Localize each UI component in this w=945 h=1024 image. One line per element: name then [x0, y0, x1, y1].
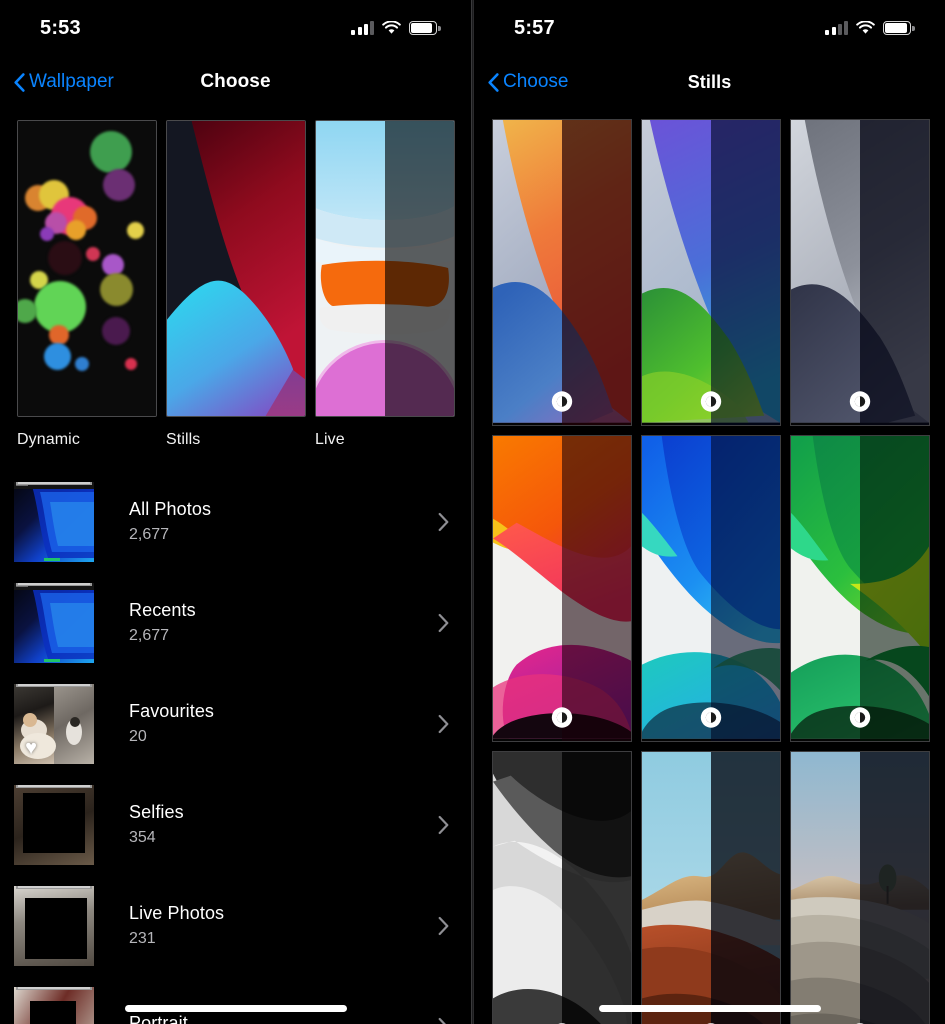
album-title: Selfies: [129, 802, 184, 822]
wallpaper-grid: [474, 108, 945, 1024]
status-indicators: [351, 20, 441, 35]
album-count: 2,677: [129, 526, 170, 543]
back-button-wallpaper[interactable]: Wallpaper: [14, 71, 114, 93]
album-text: Portrait: [129, 1013, 188, 1024]
album-title: Portrait: [129, 1013, 188, 1024]
appearance-toggle-icon[interactable]: [700, 706, 723, 729]
nav-bar-left: Wallpaper Choose: [0, 56, 471, 108]
album-row-all-photos[interactable]: All Photos 2,677: [0, 471, 471, 572]
wallpaper-grey-silver-swirl[interactable]: [790, 119, 930, 426]
status-bar-left: 5:53: [0, 0, 471, 56]
album-count: 231: [129, 930, 156, 947]
chevron-right-icon: [438, 916, 449, 935]
album-list: All Photos 2,677 Recents 2,677 ♥ Favouri…: [0, 471, 471, 1024]
left-phone-screen: 5:53 Wallpaper Choose Dynamic Stills Liv…: [0, 0, 471, 1024]
album-thumbnail: [14, 784, 94, 865]
appearance-toggle-icon[interactable]: [551, 706, 574, 729]
dual-screenshot: 5:53 Wallpaper Choose Dynamic Stills Liv…: [0, 0, 945, 1024]
wallpaper-category-row: Dynamic Stills Live: [0, 108, 471, 449]
heart-icon: ♥: [25, 736, 37, 759]
category-dynamic-label: Dynamic: [17, 431, 80, 448]
album-row-portrait[interactable]: Portrait: [0, 976, 471, 1024]
appearance-toggle-icon[interactable]: [849, 390, 872, 413]
album-text: Recents 2,677: [129, 600, 196, 645]
appearance-toggle-icon[interactable]: [551, 390, 574, 413]
category-stills-label: Stills: [166, 431, 201, 448]
wallpaper-green-lime-fluid[interactable]: [790, 435, 930, 742]
wallpaper-orange-crimson-swirl[interactable]: [492, 119, 632, 426]
category-dynamic[interactable]: Dynamic: [17, 120, 157, 449]
back-button-label: Wallpaper: [29, 71, 114, 92]
chevron-right-icon: [438, 815, 449, 834]
wallpaper-orange-red-fluid[interactable]: [492, 435, 632, 742]
album-text: Selfies 354: [129, 802, 184, 847]
album-row-live-photos[interactable]: Live Photos 231: [0, 875, 471, 976]
chevron-right-icon: [438, 613, 449, 632]
wifi-icon: [382, 20, 401, 35]
album-title: Recents: [129, 600, 196, 620]
album-thumbnail: [14, 481, 94, 562]
cellular-signal-icon: [351, 21, 374, 35]
chevron-right-icon: [438, 512, 449, 531]
category-stills[interactable]: Stills: [166, 120, 306, 449]
chevron-left-icon: [14, 72, 25, 92]
album-count: 20: [129, 728, 147, 745]
appearance-toggle-icon[interactable]: [849, 706, 872, 729]
wifi-icon: [856, 20, 875, 35]
album-text: All Photos 2,677: [129, 499, 211, 544]
album-row-favourites[interactable]: ♥ Favourites 20: [0, 673, 471, 774]
album-text: Live Photos 231: [129, 903, 224, 948]
album-thumbnail: [14, 885, 94, 966]
album-title: Favourites: [129, 701, 215, 721]
back-button-label: Choose: [503, 71, 569, 92]
album-thumbnail: [14, 582, 94, 663]
category-stills-thumbnail: [166, 120, 306, 417]
album-row-recents[interactable]: Recents 2,677: [0, 572, 471, 673]
album-thumbnail: [14, 986, 94, 1024]
nav-bar-right: Choose Stills: [474, 56, 945, 108]
category-live-thumbnail: [315, 120, 455, 417]
wallpaper-white-pocket-canyon[interactable]: [641, 751, 781, 1024]
chevron-left-icon: [488, 72, 499, 92]
right-phone-screen: 5:57 Choose Stills: [474, 0, 945, 1024]
album-row-selfies[interactable]: Selfies 354: [0, 774, 471, 875]
status-time: 5:57: [514, 16, 555, 39]
category-live[interactable]: Live: [315, 120, 455, 449]
wallpaper-canyon-tree-dusk[interactable]: [790, 751, 930, 1024]
album-count: 2,677: [129, 627, 170, 644]
status-time: 5:53: [40, 16, 81, 39]
home-indicator-left[interactable]: [124, 1005, 347, 1012]
album-thumbnail: ♥: [14, 683, 94, 764]
category-dynamic-thumbnail: [17, 120, 157, 417]
back-button-choose[interactable]: Choose: [488, 71, 569, 93]
wallpaper-purple-blue-swirl[interactable]: [641, 119, 781, 426]
wallpaper-monochrome-fluid[interactable]: [492, 751, 632, 1024]
chevron-right-icon: [438, 1017, 449, 1024]
album-title: Live Photos: [129, 903, 225, 923]
chevron-right-icon: [438, 714, 449, 733]
wallpaper-blue-teal-fluid[interactable]: [641, 435, 781, 742]
album-count: 354: [129, 829, 156, 846]
battery-icon: [409, 21, 441, 35]
appearance-toggle-icon[interactable]: [700, 390, 723, 413]
category-live-label: Live: [315, 431, 345, 448]
home-indicator-right[interactable]: [598, 1005, 821, 1012]
album-text: Favourites 20: [129, 701, 214, 746]
album-title: All Photos: [129, 499, 212, 519]
cellular-signal-icon: [825, 21, 848, 35]
status-indicators: [825, 20, 915, 35]
battery-icon: [883, 21, 915, 35]
status-bar-right: 5:57: [474, 0, 945, 56]
